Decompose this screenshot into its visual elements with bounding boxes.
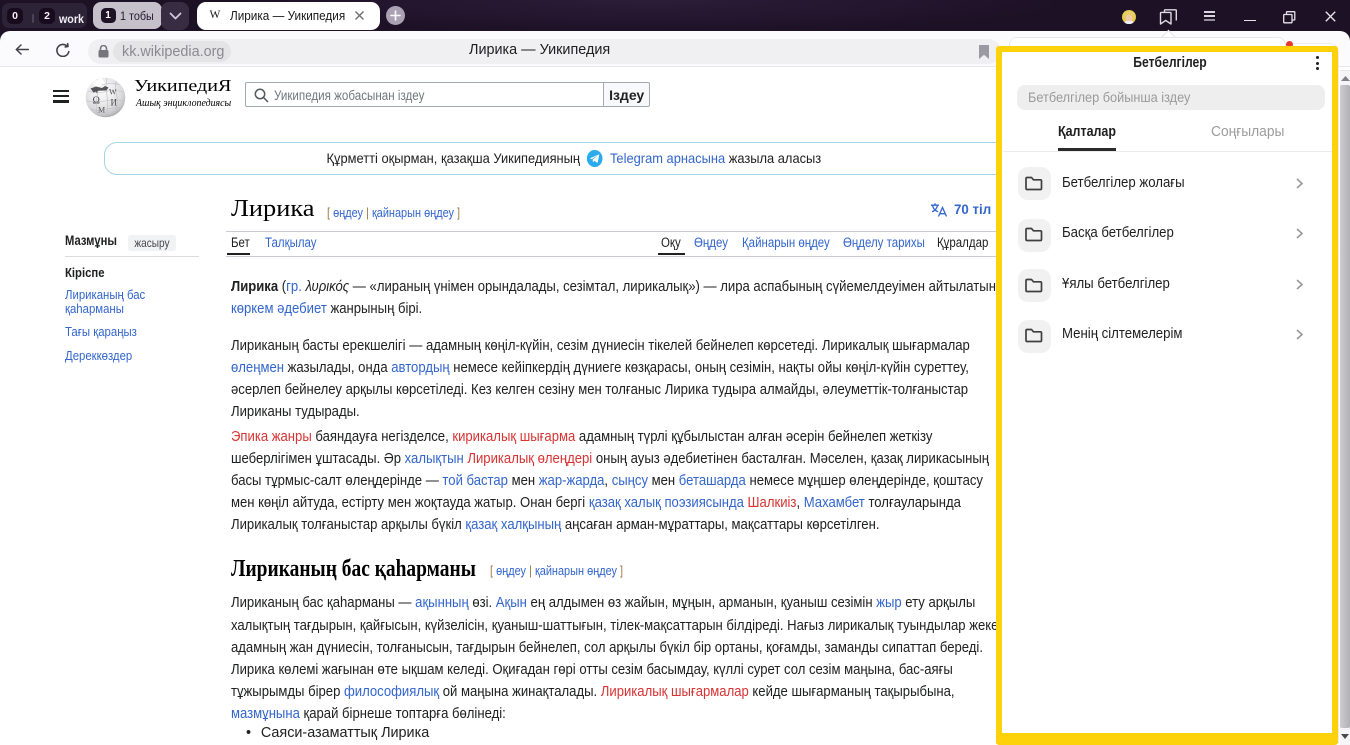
svg-text:И: И (111, 98, 118, 108)
svg-text:М: М (98, 106, 105, 115)
svg-text:W: W (109, 88, 117, 97)
